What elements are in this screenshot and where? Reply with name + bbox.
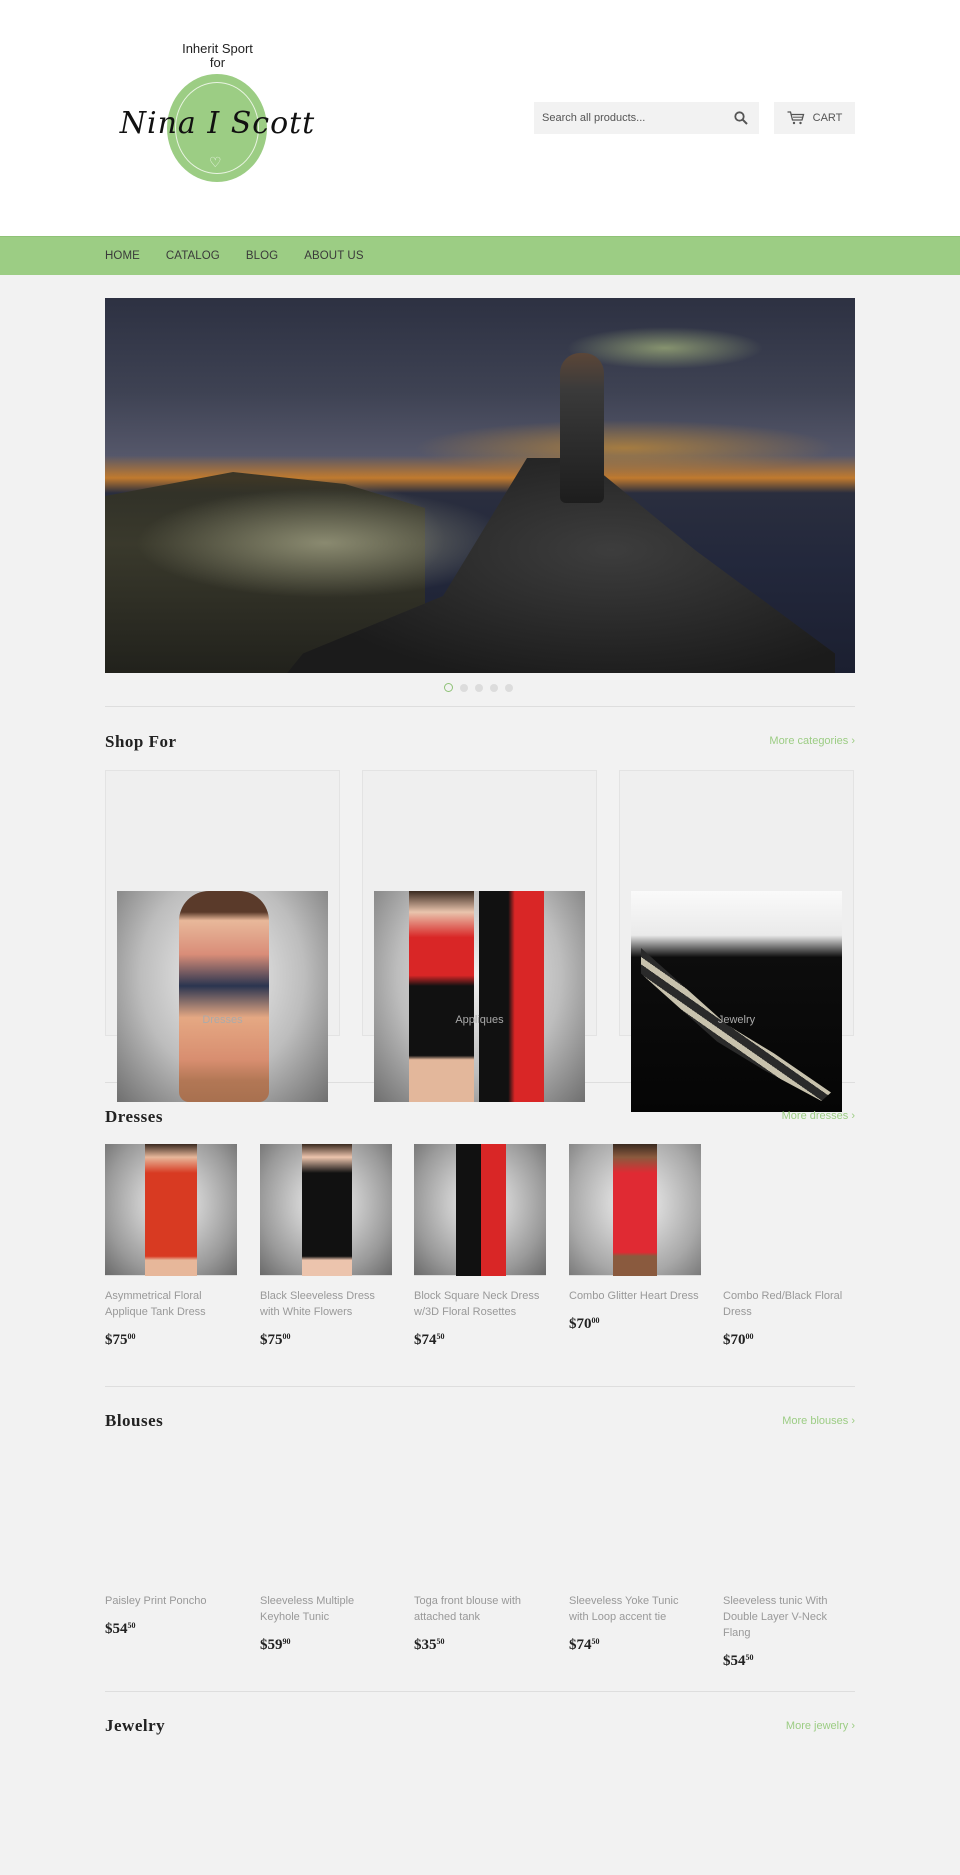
dresses-title: Dresses <box>105 1107 163 1126</box>
product-title[interactable]: Block Square Neck Dress w/3D Floral Rose… <box>414 1288 546 1320</box>
nav-item-home[interactable]: HOME <box>105 250 140 262</box>
heart-icon: ♡ <box>209 154 222 170</box>
product-price: $7450 <box>569 1637 600 1653</box>
hero-slide-image[interactable] <box>105 298 855 673</box>
product-image[interactable] <box>260 1144 392 1276</box>
slide-dot-5[interactable] <box>505 683 513 692</box>
divider <box>105 1691 855 1692</box>
divider <box>105 706 855 707</box>
more-categories-link[interactable]: More categories › <box>769 735 855 747</box>
product-title[interactable]: Sleeveless Yoke Tunic with Loop accent t… <box>569 1593 701 1625</box>
product-price: $7000 <box>569 1316 600 1332</box>
search-button[interactable] <box>723 102 759 134</box>
product-card[interactable]: Combo Red/Black Floral Dress $7000 <box>723 1144 855 1349</box>
logo[interactable]: Inherit Sport for Nina I Scott ♡ <box>105 42 330 192</box>
hero-model <box>560 353 604 503</box>
logo-script-name: Nina I Scott <box>119 106 316 141</box>
model-black-red-dress <box>479 891 544 1102</box>
product-price: $7500 <box>260 1332 291 1348</box>
search-input[interactable] <box>534 102 723 134</box>
product-title[interactable]: Combo Glitter Heart Dress <box>569 1288 701 1304</box>
product-image[interactable] <box>569 1144 701 1276</box>
product-card[interactable]: Combo Glitter Heart Dress $7000 <box>569 1144 701 1333</box>
slideshow-pagination <box>444 683 513 692</box>
jewelry-title: Jewelry <box>105 1716 166 1735</box>
cart-label: CART <box>812 112 843 124</box>
logo-tagline-line1: Inherit Sport <box>182 41 253 56</box>
product-price: $3550 <box>414 1637 445 1653</box>
cart-button[interactable]: CART <box>774 102 855 134</box>
category-image-jewelry[interactable] <box>631 891 842 1112</box>
product-title[interactable]: Sleeveless tunic With Double Layer V-Nec… <box>723 1593 855 1641</box>
product-title[interactable]: Paisley Print Poncho <box>105 1593 237 1609</box>
nav-item-catalog[interactable]: CATALOG <box>166 250 220 262</box>
more-jewelry-link[interactable]: More jewelry › <box>786 1720 855 1732</box>
shop-for-title: Shop For <box>105 732 177 751</box>
slide-dot-4[interactable] <box>490 683 498 692</box>
product-card[interactable]: Sleeveless tunic With Double Layer V-Nec… <box>723 1449 855 1670</box>
slide-dot-2[interactable] <box>460 683 468 692</box>
product-price: $5450 <box>105 1621 136 1637</box>
product-price: $7500 <box>105 1332 136 1348</box>
logo-tagline: Inherit Sport for <box>105 42 330 70</box>
site-header: Inherit Sport for Nina I Scott ♡ CART <box>0 0 960 236</box>
product-image[interactable] <box>105 1449 237 1581</box>
category-image-appliques[interactable] <box>374 891 585 1102</box>
more-blouses-link[interactable]: More blouses › <box>782 1415 855 1427</box>
product-title[interactable]: Combo Red/Black Floral Dress <box>723 1288 855 1320</box>
product-title[interactable]: Black Sleeveless Dress with White Flower… <box>260 1288 392 1320</box>
blouses-title: Blouses <box>105 1411 164 1430</box>
more-dresses-link[interactable]: More dresses › <box>782 1110 855 1122</box>
cart-icon <box>787 111 804 125</box>
model-red-dress <box>409 891 474 1102</box>
slide-dot-3[interactable] <box>475 683 483 692</box>
product-title[interactable]: Sleeveless Multiple Keyhole Tunic <box>260 1593 392 1625</box>
product-card[interactable]: Sleeveless Yoke Tunic with Loop accent t… <box>569 1449 701 1654</box>
product-title[interactable]: Toga front blouse with attached tank <box>414 1593 546 1625</box>
product-card[interactable]: Asymmetrical Floral Applique Tank Dress … <box>105 1144 237 1349</box>
category-label-jewelry: Jewelry <box>717 1014 756 1026</box>
product-title[interactable]: Asymmetrical Floral Applique Tank Dress <box>105 1288 237 1320</box>
product-image[interactable] <box>260 1449 392 1581</box>
model-floral-dress <box>179 891 269 1102</box>
product-image[interactable] <box>105 1144 237 1276</box>
category-label-appliques: Appliques <box>455 1014 504 1026</box>
logo-tagline-line2: for <box>209 55 226 70</box>
product-card[interactable]: Black Sleeveless Dress with White Flower… <box>260 1144 392 1349</box>
category-label-dresses: Dresses <box>202 1014 243 1026</box>
nav-item-blog[interactable]: BLOG <box>246 250 278 262</box>
product-card[interactable]: Toga front blouse with attached tank $35… <box>414 1449 546 1654</box>
product-image[interactable] <box>414 1449 546 1581</box>
divider <box>105 1386 855 1387</box>
main-nav: HOME CATALOG BLOG ABOUT US <box>0 236 960 275</box>
product-image[interactable] <box>569 1449 701 1581</box>
search-icon <box>734 111 748 125</box>
nav-item-about-us[interactable]: ABOUT US <box>304 250 363 262</box>
search-form <box>534 102 759 134</box>
product-price: $7000 <box>723 1332 754 1348</box>
slide-dot-1[interactable] <box>444 683 453 692</box>
category-image-dresses[interactable] <box>117 891 328 1102</box>
product-price: $7450 <box>414 1332 445 1348</box>
product-price: $5450 <box>723 1653 754 1669</box>
product-image[interactable] <box>723 1449 855 1581</box>
product-price: $5990 <box>260 1637 291 1653</box>
product-image[interactable] <box>723 1144 855 1276</box>
product-image[interactable] <box>414 1144 546 1276</box>
product-card[interactable]: Sleeveless Multiple Keyhole Tunic $5990 <box>260 1449 392 1654</box>
product-card[interactable]: Block Square Neck Dress w/3D Floral Rose… <box>414 1144 546 1349</box>
product-card[interactable]: Paisley Print Poncho $5450 <box>105 1449 237 1638</box>
